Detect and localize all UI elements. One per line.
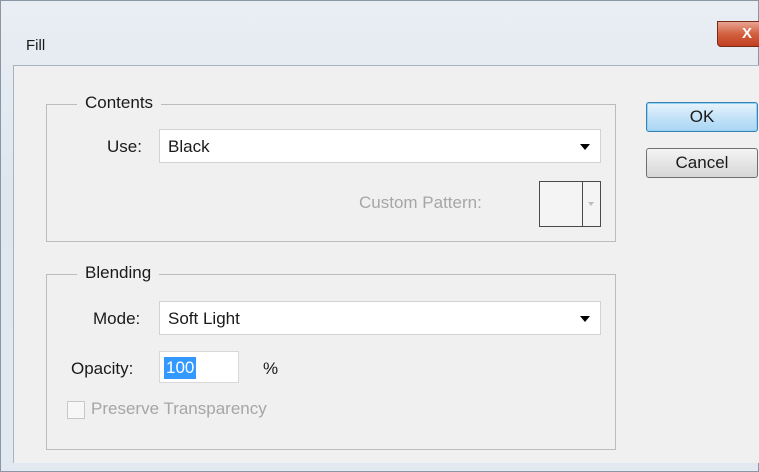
blending-legend: Blending <box>77 263 160 283</box>
opacity-input[interactable]: 100 <box>159 351 239 383</box>
chevron-down-icon <box>580 144 590 150</box>
chevron-down-icon <box>588 202 594 206</box>
contents-group: Contents Use: Black Custom Pattern: <box>46 93 616 242</box>
chevron-down-icon <box>580 316 590 322</box>
custom-pattern-label: Custom Pattern: <box>359 193 482 212</box>
cancel-button[interactable]: Cancel <box>646 148 758 178</box>
mode-dropdown[interactable]: Soft Light <box>159 301 601 335</box>
use-dropdown-value: Black <box>168 137 210 156</box>
mode-dropdown-value: Soft Light <box>168 309 240 328</box>
use-label: Use: <box>107 137 142 156</box>
blending-group: Blending Mode: Soft Light Opacity: 100 %… <box>46 263 616 450</box>
contents-legend: Contents <box>77 93 162 113</box>
pattern-divider <box>582 182 583 226</box>
mode-label: Mode: <box>93 309 141 328</box>
opacity-value: 100 <box>164 357 197 379</box>
close-button[interactable]: X <box>717 21 759 47</box>
opacity-unit: % <box>263 359 279 378</box>
use-dropdown[interactable]: Black <box>159 129 601 163</box>
preserve-transparency-checkbox[interactable] <box>67 401 85 419</box>
title-bar[interactable]: Fill X <box>1 1 759 59</box>
custom-pattern-picker[interactable] <box>539 181 601 227</box>
preserve-transparency-label: Preserve Transparency <box>91 399 267 418</box>
dialog-body: Contents Use: Black Custom Pattern: Blen… <box>13 65 759 463</box>
dialog-window: Fill X Contents Use: Black Custom Patter… <box>0 0 759 472</box>
window-title: Fill <box>26 37 46 54</box>
close-icon: X <box>742 25 753 42</box>
opacity-label: Opacity: <box>71 359 134 378</box>
ok-button[interactable]: OK <box>646 102 758 132</box>
